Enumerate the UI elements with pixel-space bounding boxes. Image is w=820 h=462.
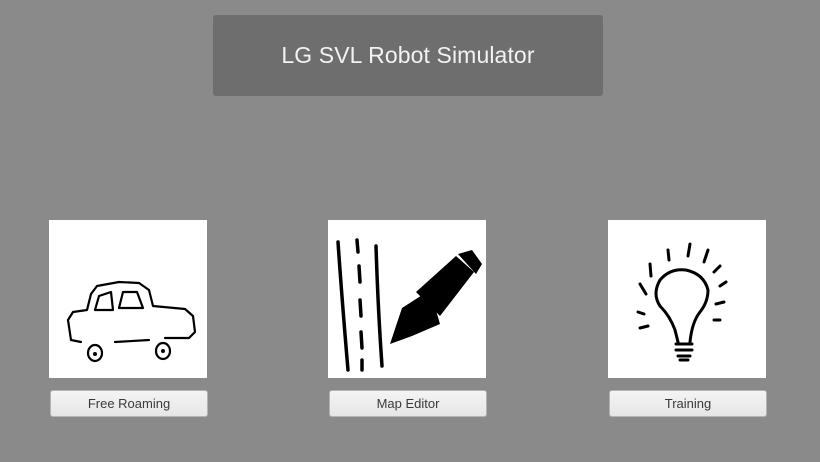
mode-card-free-roaming: Free Roaming xyxy=(49,220,209,417)
mode-card-training: Training xyxy=(608,220,768,417)
title-panel: LG SVL Robot Simulator xyxy=(213,15,603,96)
training-button[interactable]: Training xyxy=(609,390,767,417)
map-editor-button[interactable]: Map Editor xyxy=(329,390,487,417)
training-thumbnail[interactable] xyxy=(608,220,766,378)
free-roaming-thumbnail[interactable] xyxy=(49,220,207,378)
car-icon xyxy=(66,280,197,363)
lightbulb-icon xyxy=(636,242,728,362)
app-title: LG SVL Robot Simulator xyxy=(281,42,535,68)
mode-card-map-editor: Map Editor xyxy=(328,220,488,417)
free-roaming-button[interactable]: Free Roaming xyxy=(50,390,208,417)
map-editor-thumbnail[interactable] xyxy=(328,220,486,378)
road-pencil-icon xyxy=(336,238,482,372)
